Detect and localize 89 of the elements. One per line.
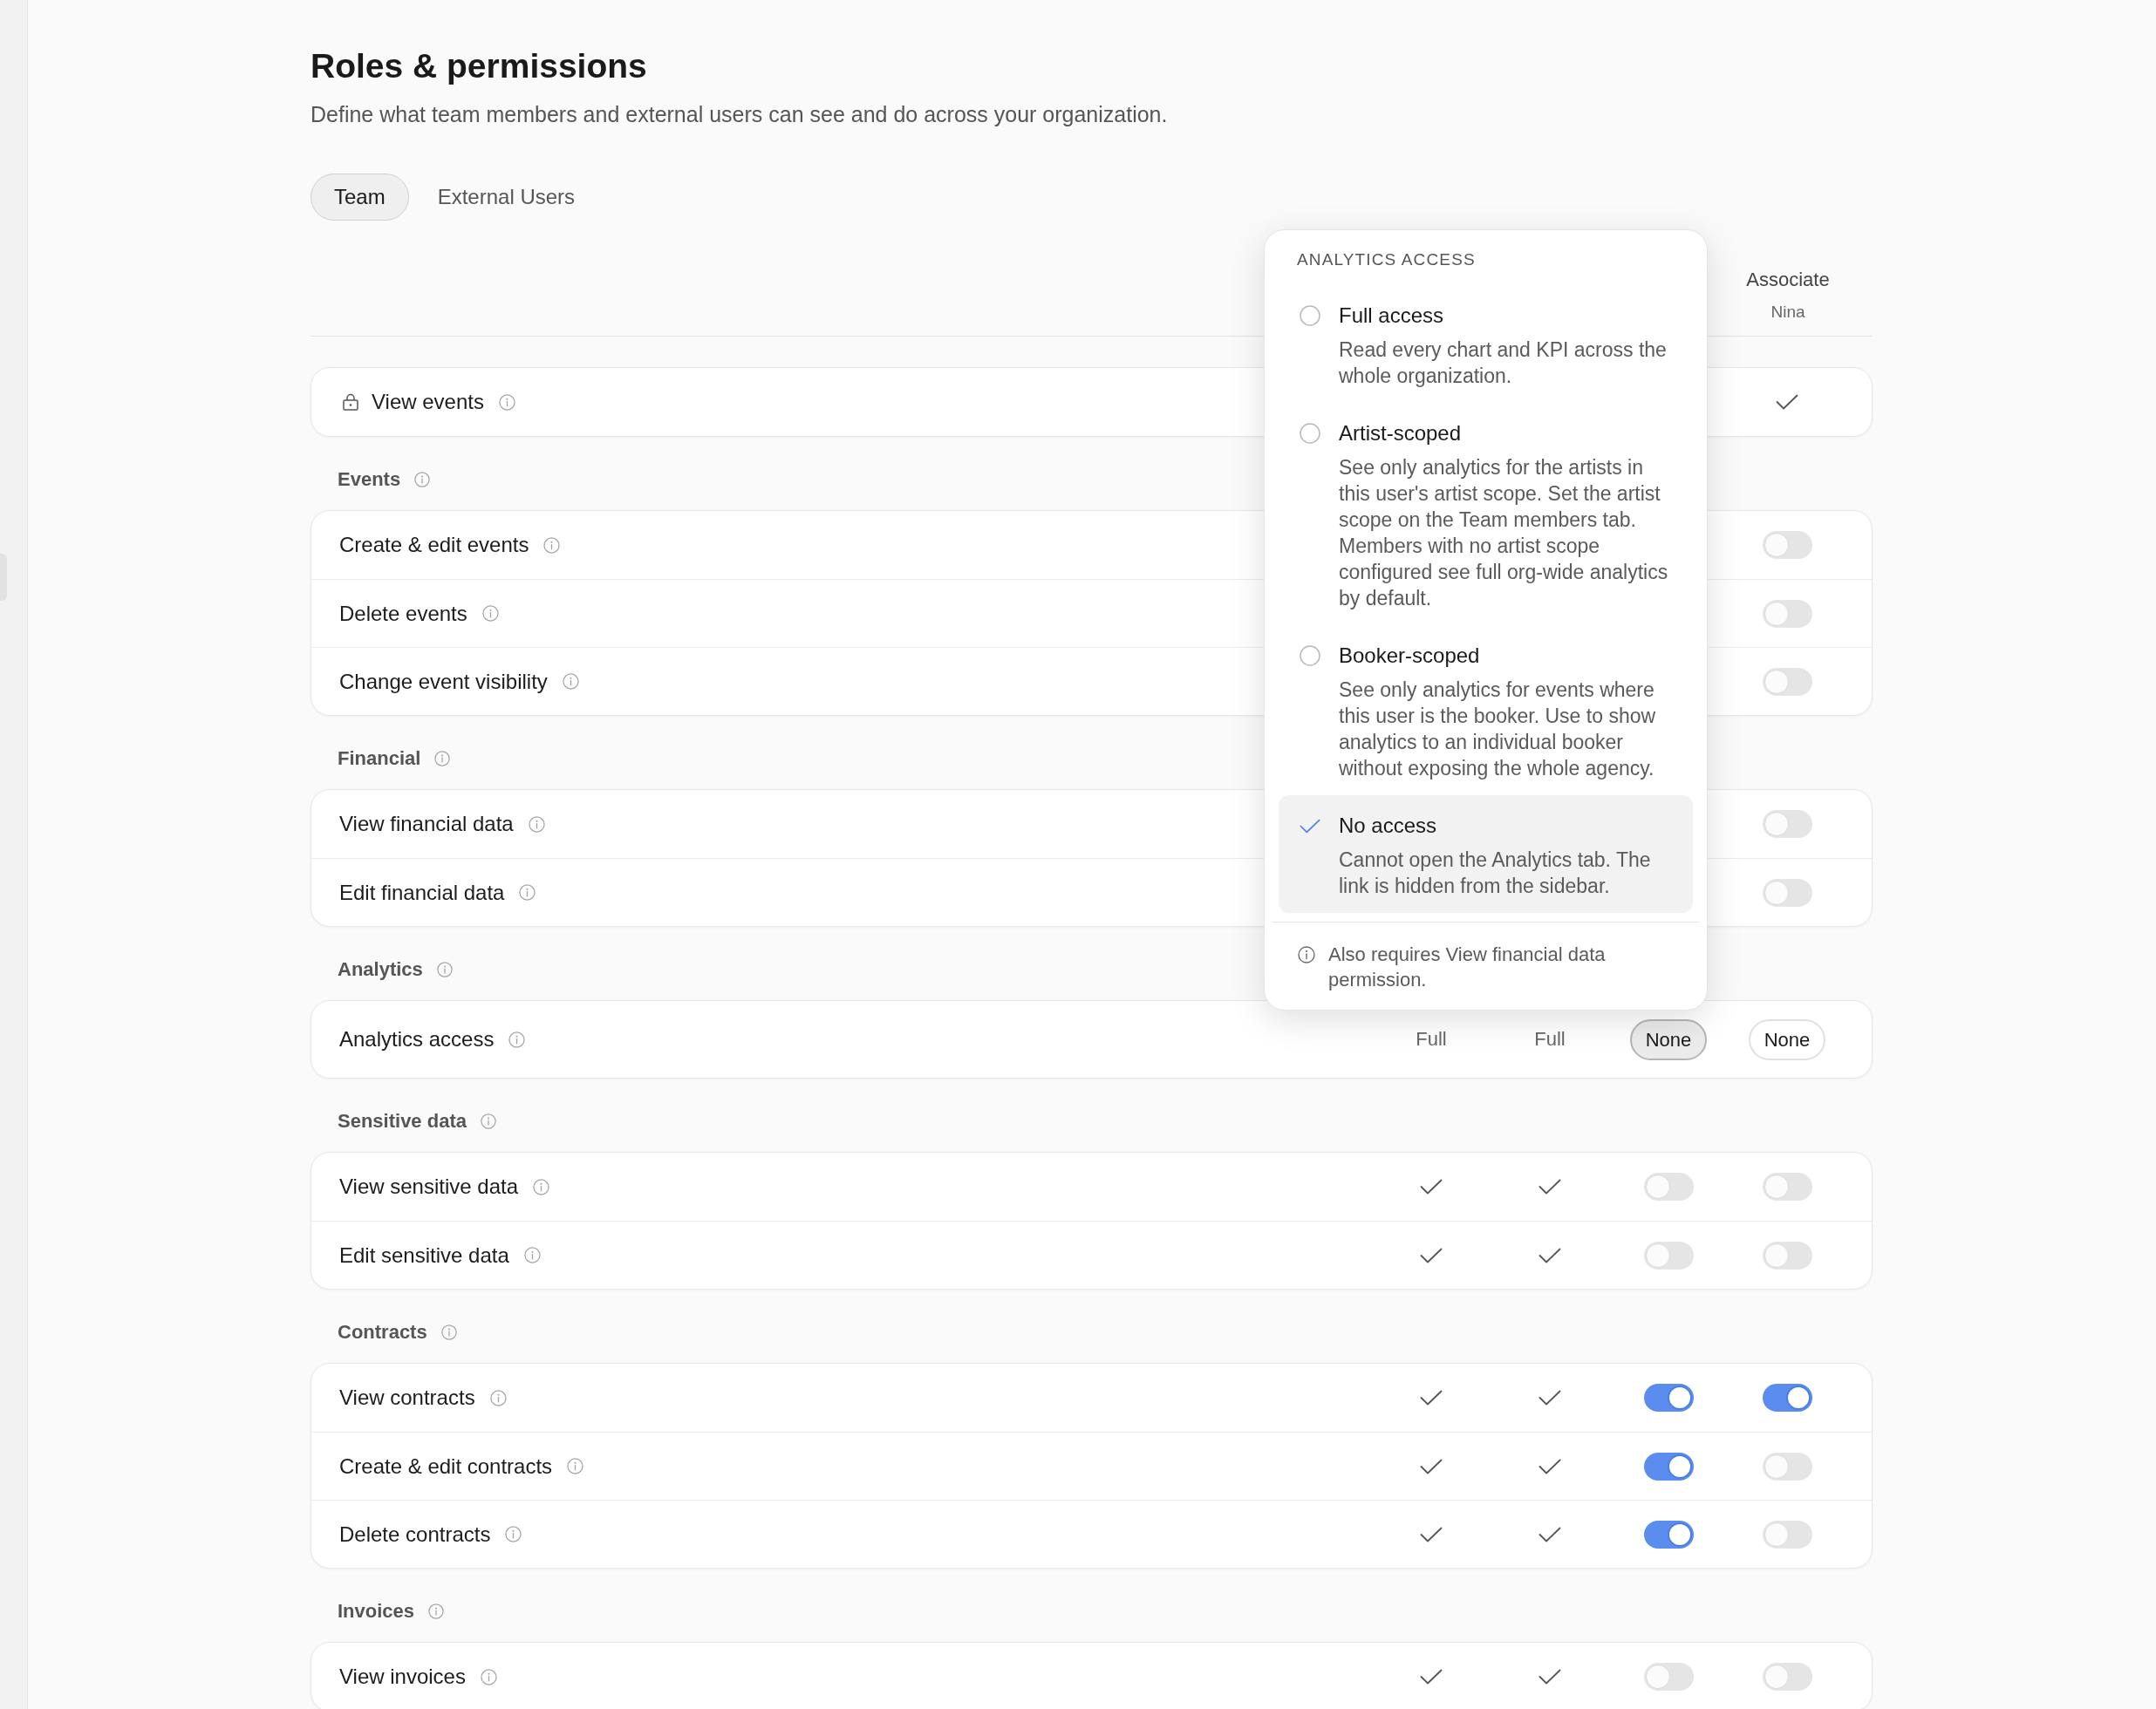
check-icon: [1539, 1390, 1561, 1406]
info-icon[interactable]: [414, 472, 431, 487]
permission-label: Analytics access: [339, 1026, 495, 1052]
check-icon: [1420, 1526, 1443, 1542]
check-icon: [1420, 1390, 1443, 1406]
toggle-switch[interactable]: [1762, 1663, 1812, 1691]
info-icon[interactable]: [489, 1389, 507, 1406]
menu-option[interactable]: Artist-scoped See only analytics for the artists in this user's artist scope. Set the artist scope on the Team members tab. Members with no artist scope configured see full org-wide analytics by default.: [1279, 403, 1693, 625]
permission-label: Delete events: [339, 600, 467, 627]
access-level-text: Full: [1416, 1027, 1447, 1052]
toggle-switch[interactable]: [1643, 1663, 1694, 1691]
menu-heading: ANALYTICS ACCESS: [1297, 249, 1476, 270]
menu-option[interactable]: Booker-scoped See only analytics for events where this user is the booker. Use to show analytics to an individual booker without exposing the whole agency.: [1279, 625, 1693, 795]
toggle-switch[interactable]: [1762, 531, 1812, 559]
tab[interactable]: Team: [310, 174, 409, 221]
menu-note: Also requires View financial data permission.: [1328, 943, 1607, 992]
page-title: Roles & permissions: [310, 46, 647, 86]
check-icon: [1300, 818, 1320, 834]
info-icon[interactable]: [498, 393, 515, 411]
tab[interactable]: External Users: [413, 174, 599, 221]
section-heading: Events: [338, 467, 401, 492]
info-icon[interactable]: [528, 815, 545, 833]
toggle-switch[interactable]: [1643, 1241, 1694, 1270]
menu-option[interactable]: No access Cannot open the Analytics tab. The link is hidden from the sidebar.: [1279, 795, 1693, 913]
check-icon: [1420, 1179, 1443, 1195]
toggle-switch[interactable]: [1762, 1173, 1812, 1201]
info-icon[interactable]: [562, 673, 579, 690]
section-heading: Invoices: [338, 1599, 415, 1624]
info-icon[interactable]: [533, 1178, 549, 1195]
info-icon[interactable]: [480, 1668, 497, 1685]
toggle-switch[interactable]: [1762, 1520, 1812, 1549]
check-icon: [1420, 1458, 1443, 1474]
check-icon: [1420, 1247, 1443, 1263]
check-icon: [1539, 1247, 1561, 1263]
section-heading: Financial: [338, 746, 421, 771]
check-icon: [1539, 1526, 1561, 1542]
info-icon[interactable]: [543, 536, 561, 554]
toggle-switch[interactable]: [1762, 878, 1812, 907]
info-icon[interactable]: [505, 1526, 522, 1542]
toggle-switch[interactable]: [1762, 599, 1812, 628]
toggle-switch[interactable]: [1762, 810, 1812, 838]
radio-icon: [1300, 423, 1320, 444]
menu-option[interactable]: Full access Read every chart and KPI across the whole organization.: [1279, 285, 1693, 403]
toggle-switch[interactable]: [1643, 1173, 1694, 1201]
permission-label: Delete contracts: [339, 1521, 491, 1548]
column-member: Nina: [1771, 302, 1805, 323]
permission-label: View contracts: [339, 1385, 475, 1411]
toggle-switch[interactable]: [1762, 1452, 1812, 1481]
permission-label: View financial data: [339, 811, 514, 837]
column-role: Associate: [1746, 268, 1830, 292]
info-icon: [1298, 946, 1315, 963]
info-icon[interactable]: [519, 884, 536, 901]
info-icon[interactable]: [508, 1031, 526, 1048]
section-heading: Analytics: [338, 957, 423, 982]
permission-label: Edit financial data: [339, 879, 505, 906]
section-heading: Sensitive data: [338, 1109, 467, 1134]
permission-label: Change event visibility: [339, 668, 548, 695]
section-heading: Contracts: [338, 1320, 427, 1345]
info-icon[interactable]: [434, 751, 451, 766]
toggle-switch[interactable]: [1762, 1241, 1812, 1270]
check-icon: [1776, 394, 1798, 410]
permission-label: Create & edit contracts: [339, 1453, 553, 1480]
info-icon[interactable]: [523, 1247, 541, 1263]
check-icon: [1420, 1669, 1443, 1685]
info-icon[interactable]: [436, 962, 453, 977]
toggle-switch[interactable]: [1643, 1384, 1694, 1412]
info-icon[interactable]: [481, 605, 499, 622]
toggle-switch[interactable]: [1643, 1520, 1694, 1549]
permission-label: View sensitive data: [339, 1174, 518, 1200]
permission-label: View invoices: [339, 1664, 466, 1690]
toggle-switch[interactable]: [1762, 1384, 1812, 1412]
radio-icon: [1300, 305, 1320, 326]
permission-label: Edit sensitive data: [339, 1242, 509, 1269]
check-icon: [1539, 1669, 1561, 1685]
check-icon: [1539, 1458, 1561, 1474]
toggle-switch[interactable]: [1643, 1452, 1694, 1481]
access-select[interactable]: None: [1748, 1018, 1826, 1060]
page-subtitle: Define what team members and external users can see and do across your organization.: [310, 101, 1168, 128]
radio-icon: [1300, 645, 1320, 666]
info-icon[interactable]: [440, 1324, 457, 1340]
permission-label: Create & edit events: [339, 532, 529, 558]
info-icon[interactable]: [428, 1603, 445, 1619]
access-select[interactable]: None: [1629, 1018, 1708, 1060]
access-level-text: Full: [1534, 1027, 1566, 1052]
toggle-switch[interactable]: [1762, 667, 1812, 696]
permission-label: View events: [372, 389, 484, 415]
info-icon[interactable]: [480, 1113, 496, 1129]
info-icon[interactable]: [567, 1458, 584, 1474]
check-icon: [1539, 1179, 1561, 1195]
